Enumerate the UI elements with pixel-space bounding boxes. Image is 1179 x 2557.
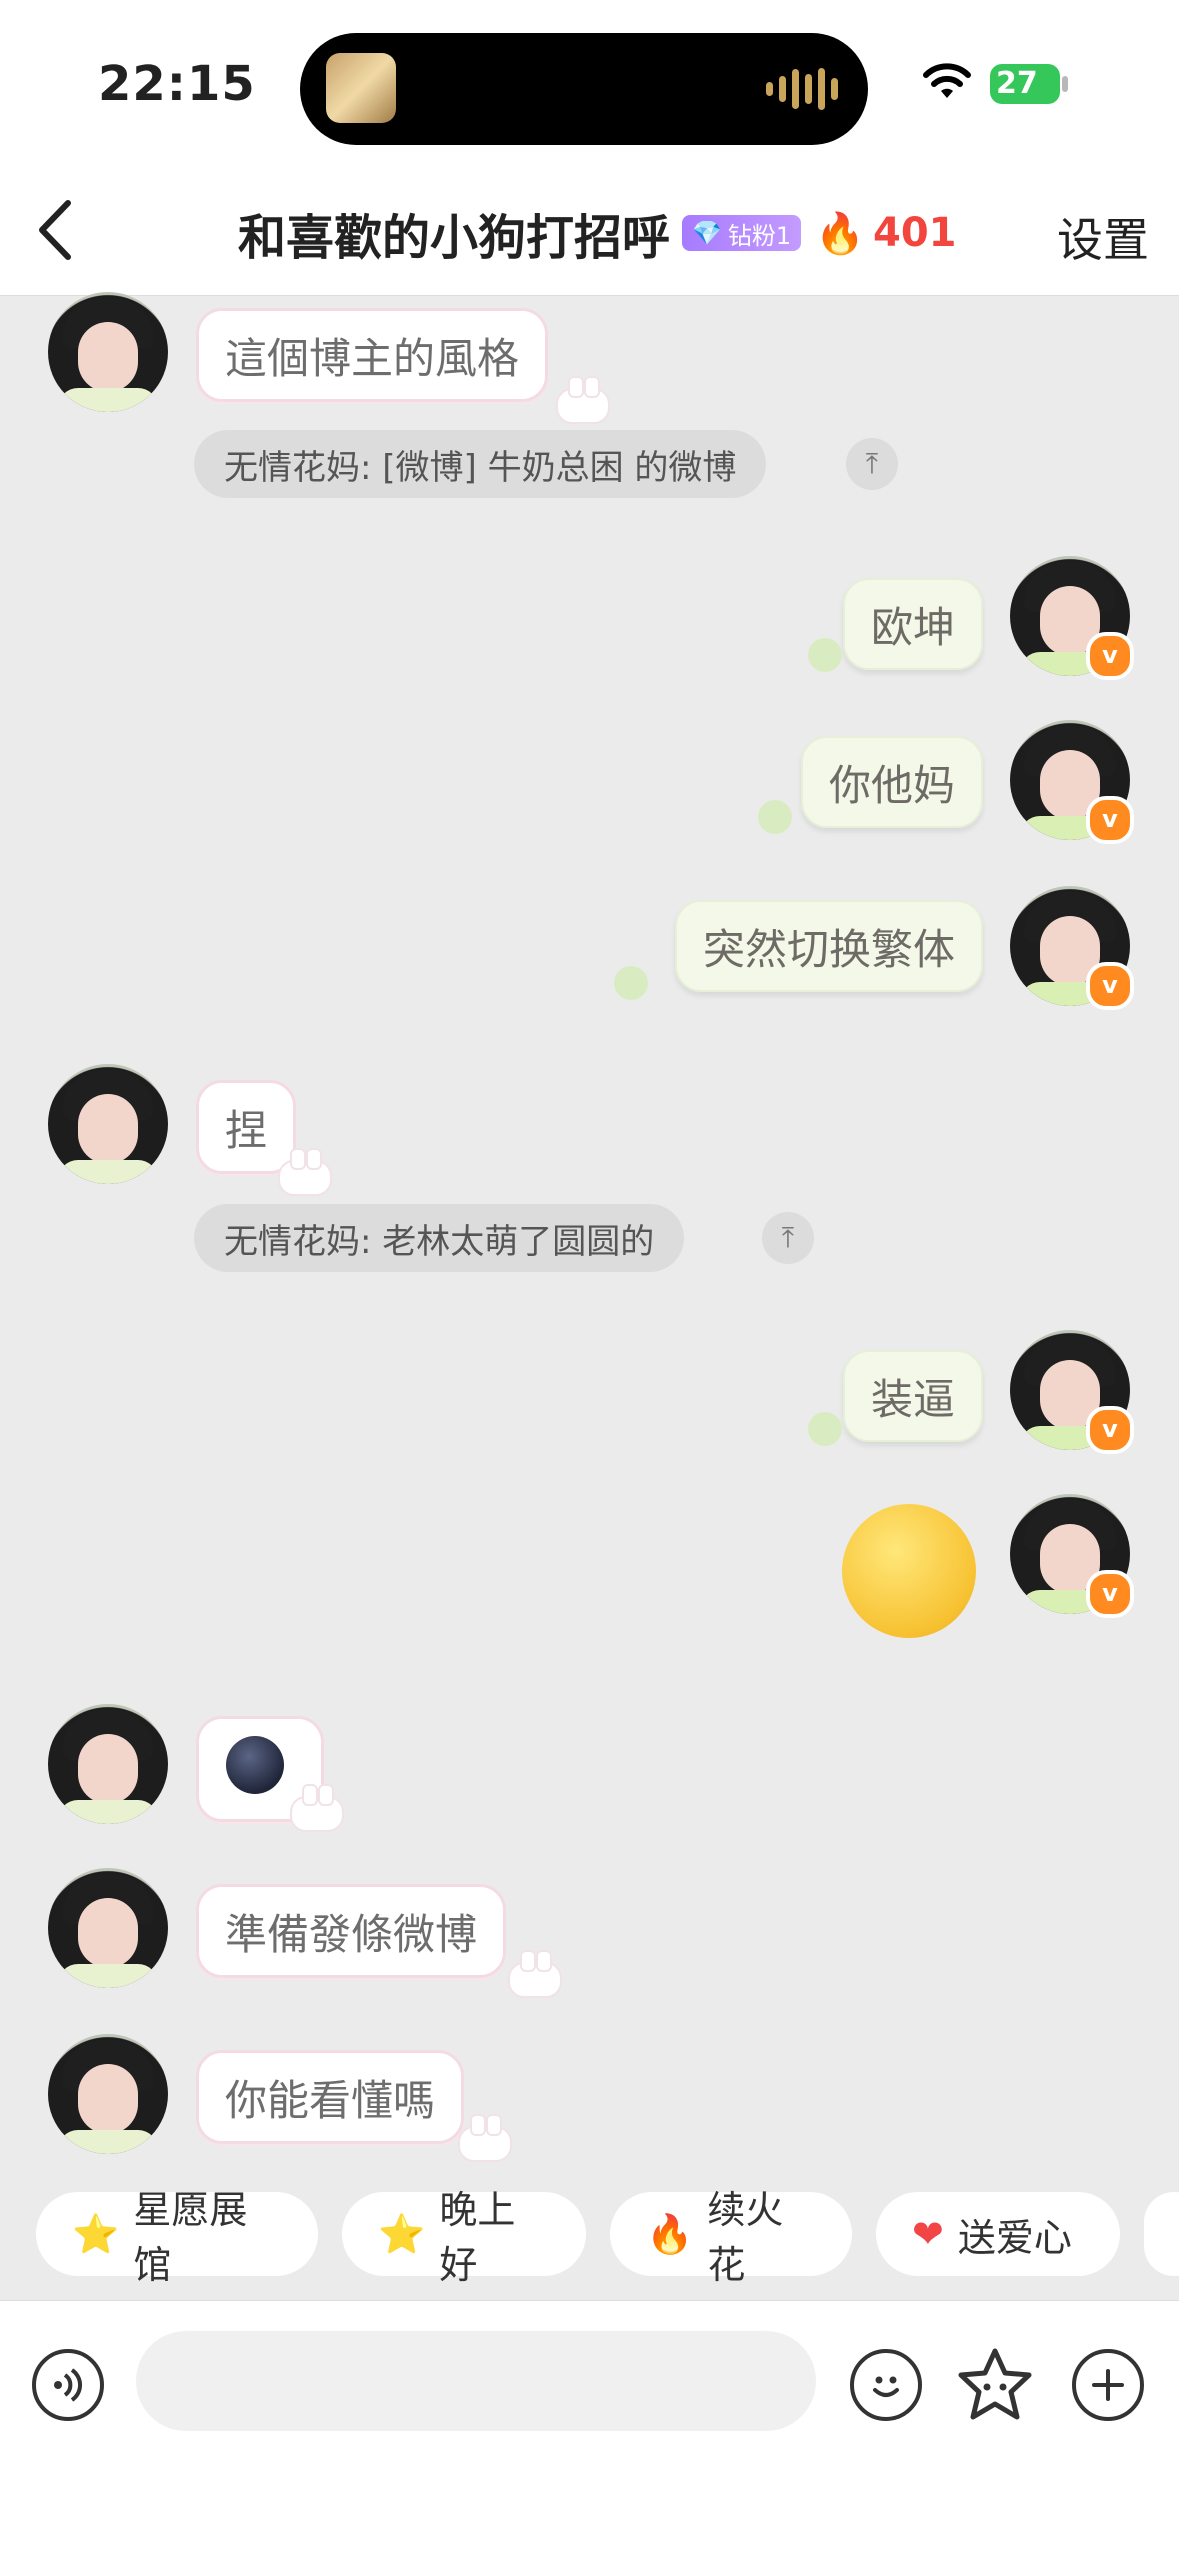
contact-avatar[interactable] — [48, 292, 168, 412]
message-text: 準備發條微博 — [225, 1909, 478, 1959]
chip-more[interactable] — [1144, 2192, 1179, 2276]
jump-to-quote-button[interactable]: ⤒ — [846, 438, 898, 490]
fire-icon: 🔥 — [815, 210, 865, 257]
arrow-up-icon: ⤒ — [781, 1221, 795, 1254]
chip-label: 星愿展馆 — [133, 2188, 248, 2287]
bunny-decoration — [508, 1950, 562, 1998]
settings-button[interactable]: 设置 — [1057, 204, 1149, 270]
clover-decoration — [614, 966, 648, 1000]
message-bubble-incoming[interactable]: 準備發條微博 — [196, 1884, 507, 1978]
contact-avatar[interactable] — [48, 1064, 168, 1184]
quoted-reply[interactable]: 无情花妈: [微博] 牛奶总困 的微博 — [194, 430, 767, 498]
status-bar: 22:15 27 — [0, 0, 1179, 170]
chip-star-gallery[interactable]: ⭐ 星愿展馆 — [36, 2188, 318, 2287]
bunny-decoration — [556, 376, 610, 424]
chip-label: 送爱心 — [957, 2215, 1072, 2260]
diamond-icon: 💎 — [692, 219, 722, 247]
smiley-icon — [873, 2376, 899, 2397]
jump-to-quote-button[interactable]: ⤒ — [762, 1212, 814, 1264]
status-time: 22:15 — [98, 56, 256, 112]
streak-counter: 🔥 401 — [815, 210, 956, 257]
bunny-decoration — [458, 2114, 512, 2162]
chip-good-evening[interactable]: ⭐ 晚上好 — [342, 2188, 586, 2287]
contact-avatar[interactable] — [48, 1868, 168, 1988]
message-bubble-incoming[interactable]: 捏 — [196, 1080, 297, 1174]
message-bubble-incoming[interactable]: 這個博主的風格 — [196, 308, 549, 402]
verified-badge-icon: v — [1086, 632, 1134, 680]
new-moon-face-emoji — [226, 1736, 284, 1794]
battery-indicator: 27 — [990, 64, 1060, 104]
chip-continue-spark[interactable]: 🔥 续火花 — [610, 2188, 852, 2287]
quote-text: 无情花妈: 老林太萌了圆圆的 — [224, 1221, 655, 1262]
streak-count: 401 — [873, 210, 957, 256]
battery-tip — [1062, 76, 1068, 92]
message-text: 欧坤 — [870, 602, 955, 652]
now-playing-artwork — [326, 53, 396, 123]
quick-action-bar: ⭐ 星愿展馆 ⭐ 晚上好 🔥 续火花 ❤ 送爱心 — [0, 2188, 1179, 2287]
chip-label: 晚上好 — [439, 2188, 516, 2287]
shushing-emoji-sticker[interactable] — [842, 1504, 976, 1638]
clover-decoration — [808, 638, 842, 672]
wifi-icon — [923, 63, 971, 98]
clover-decoration — [808, 1412, 842, 1446]
bunny-decoration — [278, 1148, 332, 1196]
message-input[interactable] — [136, 2331, 816, 2431]
quoted-reply[interactable]: 无情花妈: 老林太萌了圆圆的 — [194, 1204, 685, 1272]
message-bubble-outgoing[interactable]: 欧坤 — [842, 578, 983, 670]
fire-icon: 🔥 — [646, 2211, 694, 2256]
chat-header: 和喜歡的小狗打招呼 💎 钻粉1 🔥 401 设置 — [0, 170, 1179, 296]
message-bubble-outgoing[interactable]: 突然切换繁体 — [674, 900, 983, 992]
verified-badge-icon: v — [1086, 796, 1134, 844]
clover-decoration — [758, 800, 792, 834]
chat-title-group: 和喜歡的小狗打招呼 💎 钻粉1 🔥 401 — [238, 198, 957, 268]
message-text: 你能看懂嗎 — [225, 2075, 436, 2125]
message-text: 捏 — [225, 1105, 268, 1155]
verified-badge-icon: v — [1086, 962, 1134, 1010]
message-text: 你他妈 — [828, 760, 955, 810]
chip-label: 续火花 — [707, 2188, 784, 2287]
heart-icon: ❤ — [912, 2212, 944, 2256]
arrow-up-icon: ⤒ — [865, 447, 879, 480]
star-icon: ⭐ — [72, 2211, 120, 2256]
voice-icon — [54, 2368, 82, 2402]
fan-level-label: 钻粉1 — [727, 221, 792, 250]
voice-input-button[interactable] — [32, 2349, 104, 2421]
emoji-button[interactable] — [850, 2349, 922, 2421]
message-bubble-incoming[interactable]: 你能看懂嗎 — [196, 2050, 465, 2144]
verified-badge-icon: v — [1086, 1570, 1134, 1618]
more-options-button[interactable] — [1072, 2349, 1144, 2421]
message-bubble-outgoing[interactable]: 装逼 — [842, 1350, 983, 1442]
audio-wave-icon — [766, 68, 838, 110]
plus-icon — [1092, 2369, 1124, 2401]
bunny-decoration — [290, 1784, 344, 1832]
fan-level-badge: 💎 钻粉1 — [682, 215, 802, 251]
message-bubble-outgoing[interactable]: 你他妈 — [800, 736, 983, 828]
back-arrow-icon[interactable] — [30, 195, 80, 265]
chat-title: 和喜歡的小狗打招呼 — [238, 210, 671, 266]
message-text: 装逼 — [870, 1374, 955, 1424]
message-text: 這個博主的風格 — [225, 333, 520, 383]
star-icon: ⭐ — [378, 2211, 426, 2256]
message-input-bar — [0, 2300, 1179, 2557]
sticker-button[interactable] — [955, 2345, 1035, 2425]
message-text: 突然切换繁体 — [702, 924, 955, 974]
contact-avatar[interactable] — [48, 2034, 168, 2154]
verified-badge-icon: v — [1086, 1406, 1134, 1454]
dynamic-island[interactable] — [300, 33, 868, 145]
quote-text: 无情花妈: [微博] 牛奶总困 的微博 — [224, 447, 737, 488]
contact-avatar[interactable] — [48, 1704, 168, 1824]
chip-send-heart[interactable]: ❤ 送爱心 — [876, 2192, 1120, 2276]
